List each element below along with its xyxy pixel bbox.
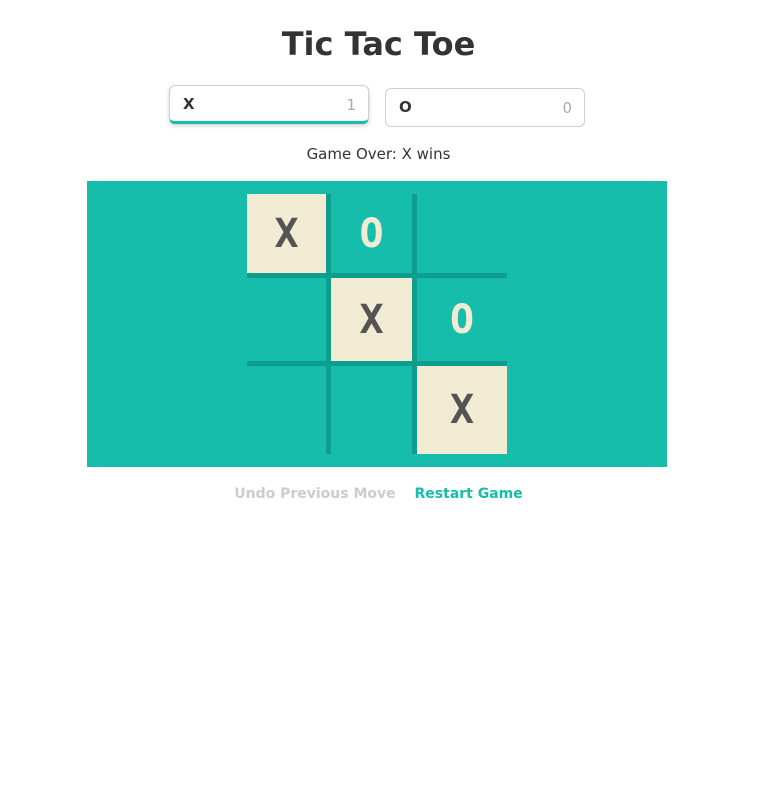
player-o-score-card[interactable]: O 0 <box>385 88 585 127</box>
board-cell-1-2[interactable]: O <box>417 278 507 366</box>
board-cell-0-2[interactable] <box>417 194 507 278</box>
cell-mark: O <box>449 296 475 343</box>
board-cell-0-1[interactable]: O <box>331 194 417 278</box>
cell-mark: X <box>449 387 475 433</box>
cell-mark: O <box>359 210 384 257</box>
game-board: X O X O X <box>87 181 667 467</box>
player-o-score: 0 <box>562 99 572 117</box>
board-cell-2-1[interactable] <box>331 366 417 454</box>
board-cell-1-0[interactable] <box>247 278 331 366</box>
board-cell-2-0[interactable] <box>247 366 331 454</box>
board-cell-1-1[interactable]: X <box>331 278 417 366</box>
board-grid: X O X O X <box>247 194 507 454</box>
cell-mark: X <box>359 296 384 343</box>
player-o-symbol: O <box>399 98 412 116</box>
page-title: Tic Tac Toe <box>281 25 476 63</box>
restart-button[interactable]: Restart Game <box>415 486 523 502</box>
player-x-score: 1 <box>346 96 356 114</box>
game-status: Game Over: X wins <box>306 145 451 163</box>
player-x-score-card[interactable]: X 1 <box>169 85 369 124</box>
game-actions: Undo Previous Move Restart Game <box>0 486 757 502</box>
cell-mark: X <box>274 210 299 257</box>
board-cell-0-0[interactable]: X <box>247 194 331 278</box>
undo-button[interactable]: Undo Previous Move <box>234 486 395 502</box>
player-x-symbol: X <box>183 95 195 113</box>
board-cell-2-2[interactable]: X <box>417 366 507 454</box>
